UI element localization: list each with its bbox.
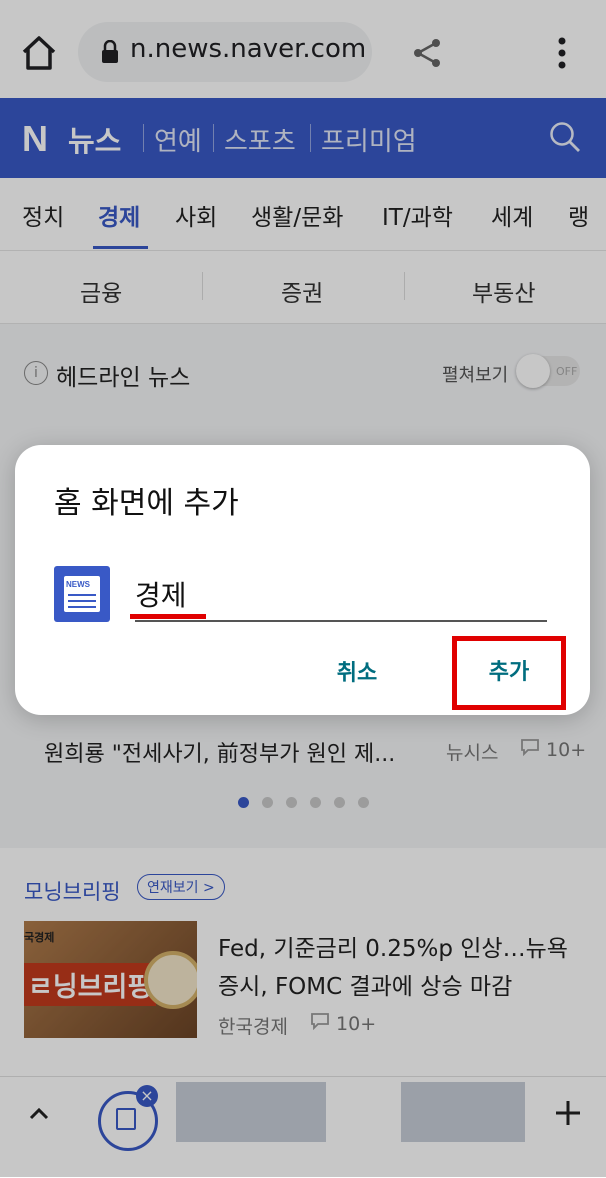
- paper-line: [68, 600, 96, 602]
- paper-line: [68, 594, 96, 596]
- cancel-button[interactable]: 취소: [318, 655, 396, 693]
- annotation-highlight-box: [452, 636, 566, 710]
- news-icon-label: NEWS: [66, 580, 90, 589]
- annotation-underline: [130, 614, 206, 619]
- paper-line: [68, 606, 96, 608]
- dialog-title: 홈 화면에 추가: [54, 486, 239, 521]
